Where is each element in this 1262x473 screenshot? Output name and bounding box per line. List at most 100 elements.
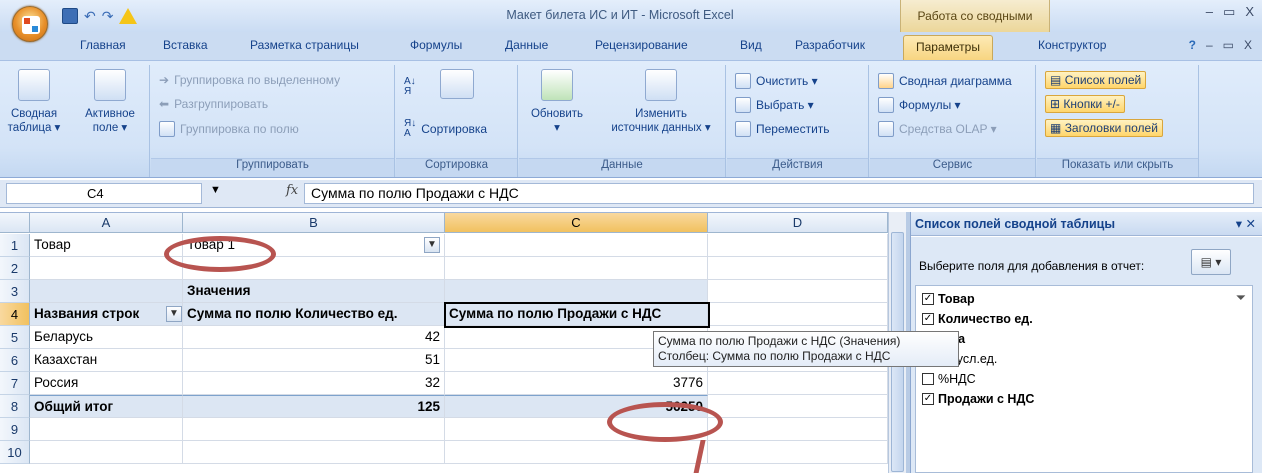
help-icon[interactable]: ? — [1189, 38, 1196, 52]
cell-a4[interactable]: Названия строк — [30, 303, 183, 326]
row-header-8[interactable]: 8 — [0, 395, 30, 418]
name-box[interactable]: C4 — [6, 183, 202, 204]
row-header-3[interactable]: 3 — [0, 280, 30, 303]
restore-button[interactable]: ▭ — [1223, 4, 1235, 20]
formulas-button[interactable]: Формулы ▾ — [878, 97, 961, 113]
pivottable-button[interactable]: Сводная таблица ▾ — [6, 69, 62, 135]
tab-formulas[interactable]: Формулы — [410, 38, 462, 52]
workbook-minimize-button[interactable]: – — [1206, 38, 1213, 52]
field-list-controls[interactable]: ▾ ✕ — [1236, 212, 1256, 236]
cell-d7[interactable] — [708, 372, 888, 395]
workbook-restore-button[interactable]: ▭ — [1223, 38, 1234, 52]
cell-c8[interactable]: 56250 — [445, 395, 708, 418]
cell-a7[interactable]: Россия — [30, 372, 183, 395]
checkbox-checked[interactable]: ✓ — [922, 393, 934, 405]
field-item-sales-vat[interactable]: ✓ Продажи с НДС — [922, 392, 1034, 406]
cell-a5[interactable]: Беларусь — [30, 326, 183, 349]
undo-icon[interactable]: ↶ — [84, 8, 96, 24]
ungroup-button[interactable]: ⬅ Разгруппировать — [159, 97, 268, 111]
insert-function-icon[interactable]: fx — [286, 183, 298, 198]
cell-c3[interactable] — [445, 280, 708, 303]
checkbox-unchecked[interactable] — [922, 373, 934, 385]
save-icon[interactable] — [62, 8, 78, 24]
tab-review[interactable]: Рецензирование — [595, 38, 688, 52]
minimize-button[interactable]: – — [1206, 4, 1213, 20]
checkbox-checked[interactable]: ✓ — [922, 293, 934, 305]
cell-d3[interactable] — [708, 280, 888, 303]
column-header-b[interactable]: B — [183, 213, 445, 233]
cell-b7[interactable]: 32 — [183, 372, 445, 395]
select-button[interactable]: Выбрать ▾ — [735, 97, 814, 113]
cell-d9[interactable] — [708, 418, 888, 441]
cell-d10[interactable] — [708, 441, 888, 464]
row-header-4[interactable]: 4 — [0, 303, 30, 326]
cell-b4[interactable]: Сумма по полю Количество ед. — [183, 303, 445, 326]
active-field-button[interactable]: Активное поле ▾ — [80, 69, 140, 135]
cell-c4[interactable]: Сумма по полю Продажи с НДС — [445, 303, 708, 326]
tab-data[interactable]: Данные — [505, 38, 548, 52]
sort-az-button[interactable]: А↓ Я — [404, 77, 416, 97]
cell-c9[interactable] — [445, 418, 708, 441]
cell-d8[interactable] — [708, 395, 888, 418]
select-all-corner[interactable] — [0, 213, 30, 233]
close-button[interactable]: X — [1245, 4, 1254, 20]
cell-a10[interactable] — [30, 441, 183, 464]
name-box-dropdown-icon[interactable]: ▼ — [210, 184, 221, 196]
cell-a1[interactable]: Товар — [30, 234, 183, 257]
cell-c10[interactable] — [445, 441, 708, 464]
refresh-button[interactable]: Обновить ▾ — [527, 69, 587, 135]
cell-c2[interactable] — [445, 257, 708, 280]
cell-c1[interactable] — [445, 234, 708, 257]
tab-page-layout[interactable]: Разметка страницы — [250, 38, 359, 52]
cell-d2[interactable] — [708, 257, 888, 280]
workbook-close-button[interactable]: X — [1244, 38, 1252, 52]
cell-b6[interactable]: 51 — [183, 349, 445, 372]
column-header-c[interactable]: C — [445, 213, 708, 233]
row-header-10[interactable]: 10 — [0, 441, 30, 464]
field-item-product[interactable]: ✓ Товар — [922, 292, 975, 306]
cell-b1[interactable]: Товар 1 — [183, 234, 445, 257]
tab-design[interactable]: Конструктор — [1038, 38, 1106, 52]
olap-tools-button[interactable]: Средства OLAP ▾ — [878, 121, 997, 137]
cell-a2[interactable] — [30, 257, 183, 280]
plus-minus-buttons-button[interactable]: ⊞ Кнопки +/- — [1045, 95, 1125, 113]
field-item-vat[interactable]: %НДС — [922, 372, 976, 386]
field-item-quantity[interactable]: ✓ Количество ед. — [922, 312, 1033, 326]
redo-icon[interactable]: ↷ — [102, 8, 114, 24]
pivotchart-button[interactable]: Сводная диаграмма — [878, 73, 1012, 89]
sort-za-button[interactable]: Я↓ А Сортировка — [404, 119, 487, 139]
group-selection-button[interactable]: ➔ Группировка по выделенному — [159, 73, 340, 87]
row-header-7[interactable]: 7 — [0, 372, 30, 395]
column-header-a[interactable]: A — [30, 213, 183, 233]
row-header-1[interactable]: 1 — [0, 234, 30, 257]
cell-b10[interactable] — [183, 441, 445, 464]
cell-a3[interactable] — [30, 280, 183, 303]
cell-d1[interactable] — [708, 234, 888, 257]
tab-developer[interactable]: Разработчик — [795, 38, 865, 52]
cell-b9[interactable] — [183, 418, 445, 441]
row-header-9[interactable]: 9 — [0, 418, 30, 441]
office-button[interactable] — [12, 6, 48, 42]
cell-c7[interactable]: 3776 — [445, 372, 708, 395]
move-button[interactable]: Переместить — [735, 121, 830, 137]
group-field-button[interactable]: Группировка по полю — [159, 121, 299, 137]
cell-a8[interactable]: Общий итог — [30, 395, 183, 418]
cell-a6[interactable]: Казахстан — [30, 349, 183, 372]
cell-b5[interactable]: 42 — [183, 326, 445, 349]
cell-b8[interactable]: 125 — [183, 395, 445, 418]
sort-dialog-icon[interactable] — [440, 69, 474, 99]
row-labels-dropdown-icon[interactable]: ▼ — [166, 306, 182, 322]
row-header-6[interactable]: 6 — [0, 349, 30, 372]
field-list-layout-button[interactable]: ▤ ▾ — [1191, 249, 1231, 275]
cell-b2[interactable] — [183, 257, 445, 280]
cell-b3[interactable]: Значения — [183, 280, 445, 303]
clear-button[interactable]: Очистить ▾ — [735, 73, 818, 89]
checkbox-checked[interactable]: ✓ — [922, 313, 934, 325]
tab-insert[interactable]: Вставка — [163, 38, 208, 52]
change-data-source-button[interactable]: Изменить источник данных ▾ — [603, 69, 719, 135]
tab-view[interactable]: Вид — [740, 38, 762, 52]
cell-d4[interactable] — [708, 303, 888, 326]
tab-options[interactable]: Параметры — [903, 35, 993, 61]
cell-a9[interactable] — [30, 418, 183, 441]
column-header-d[interactable]: D — [708, 213, 888, 233]
